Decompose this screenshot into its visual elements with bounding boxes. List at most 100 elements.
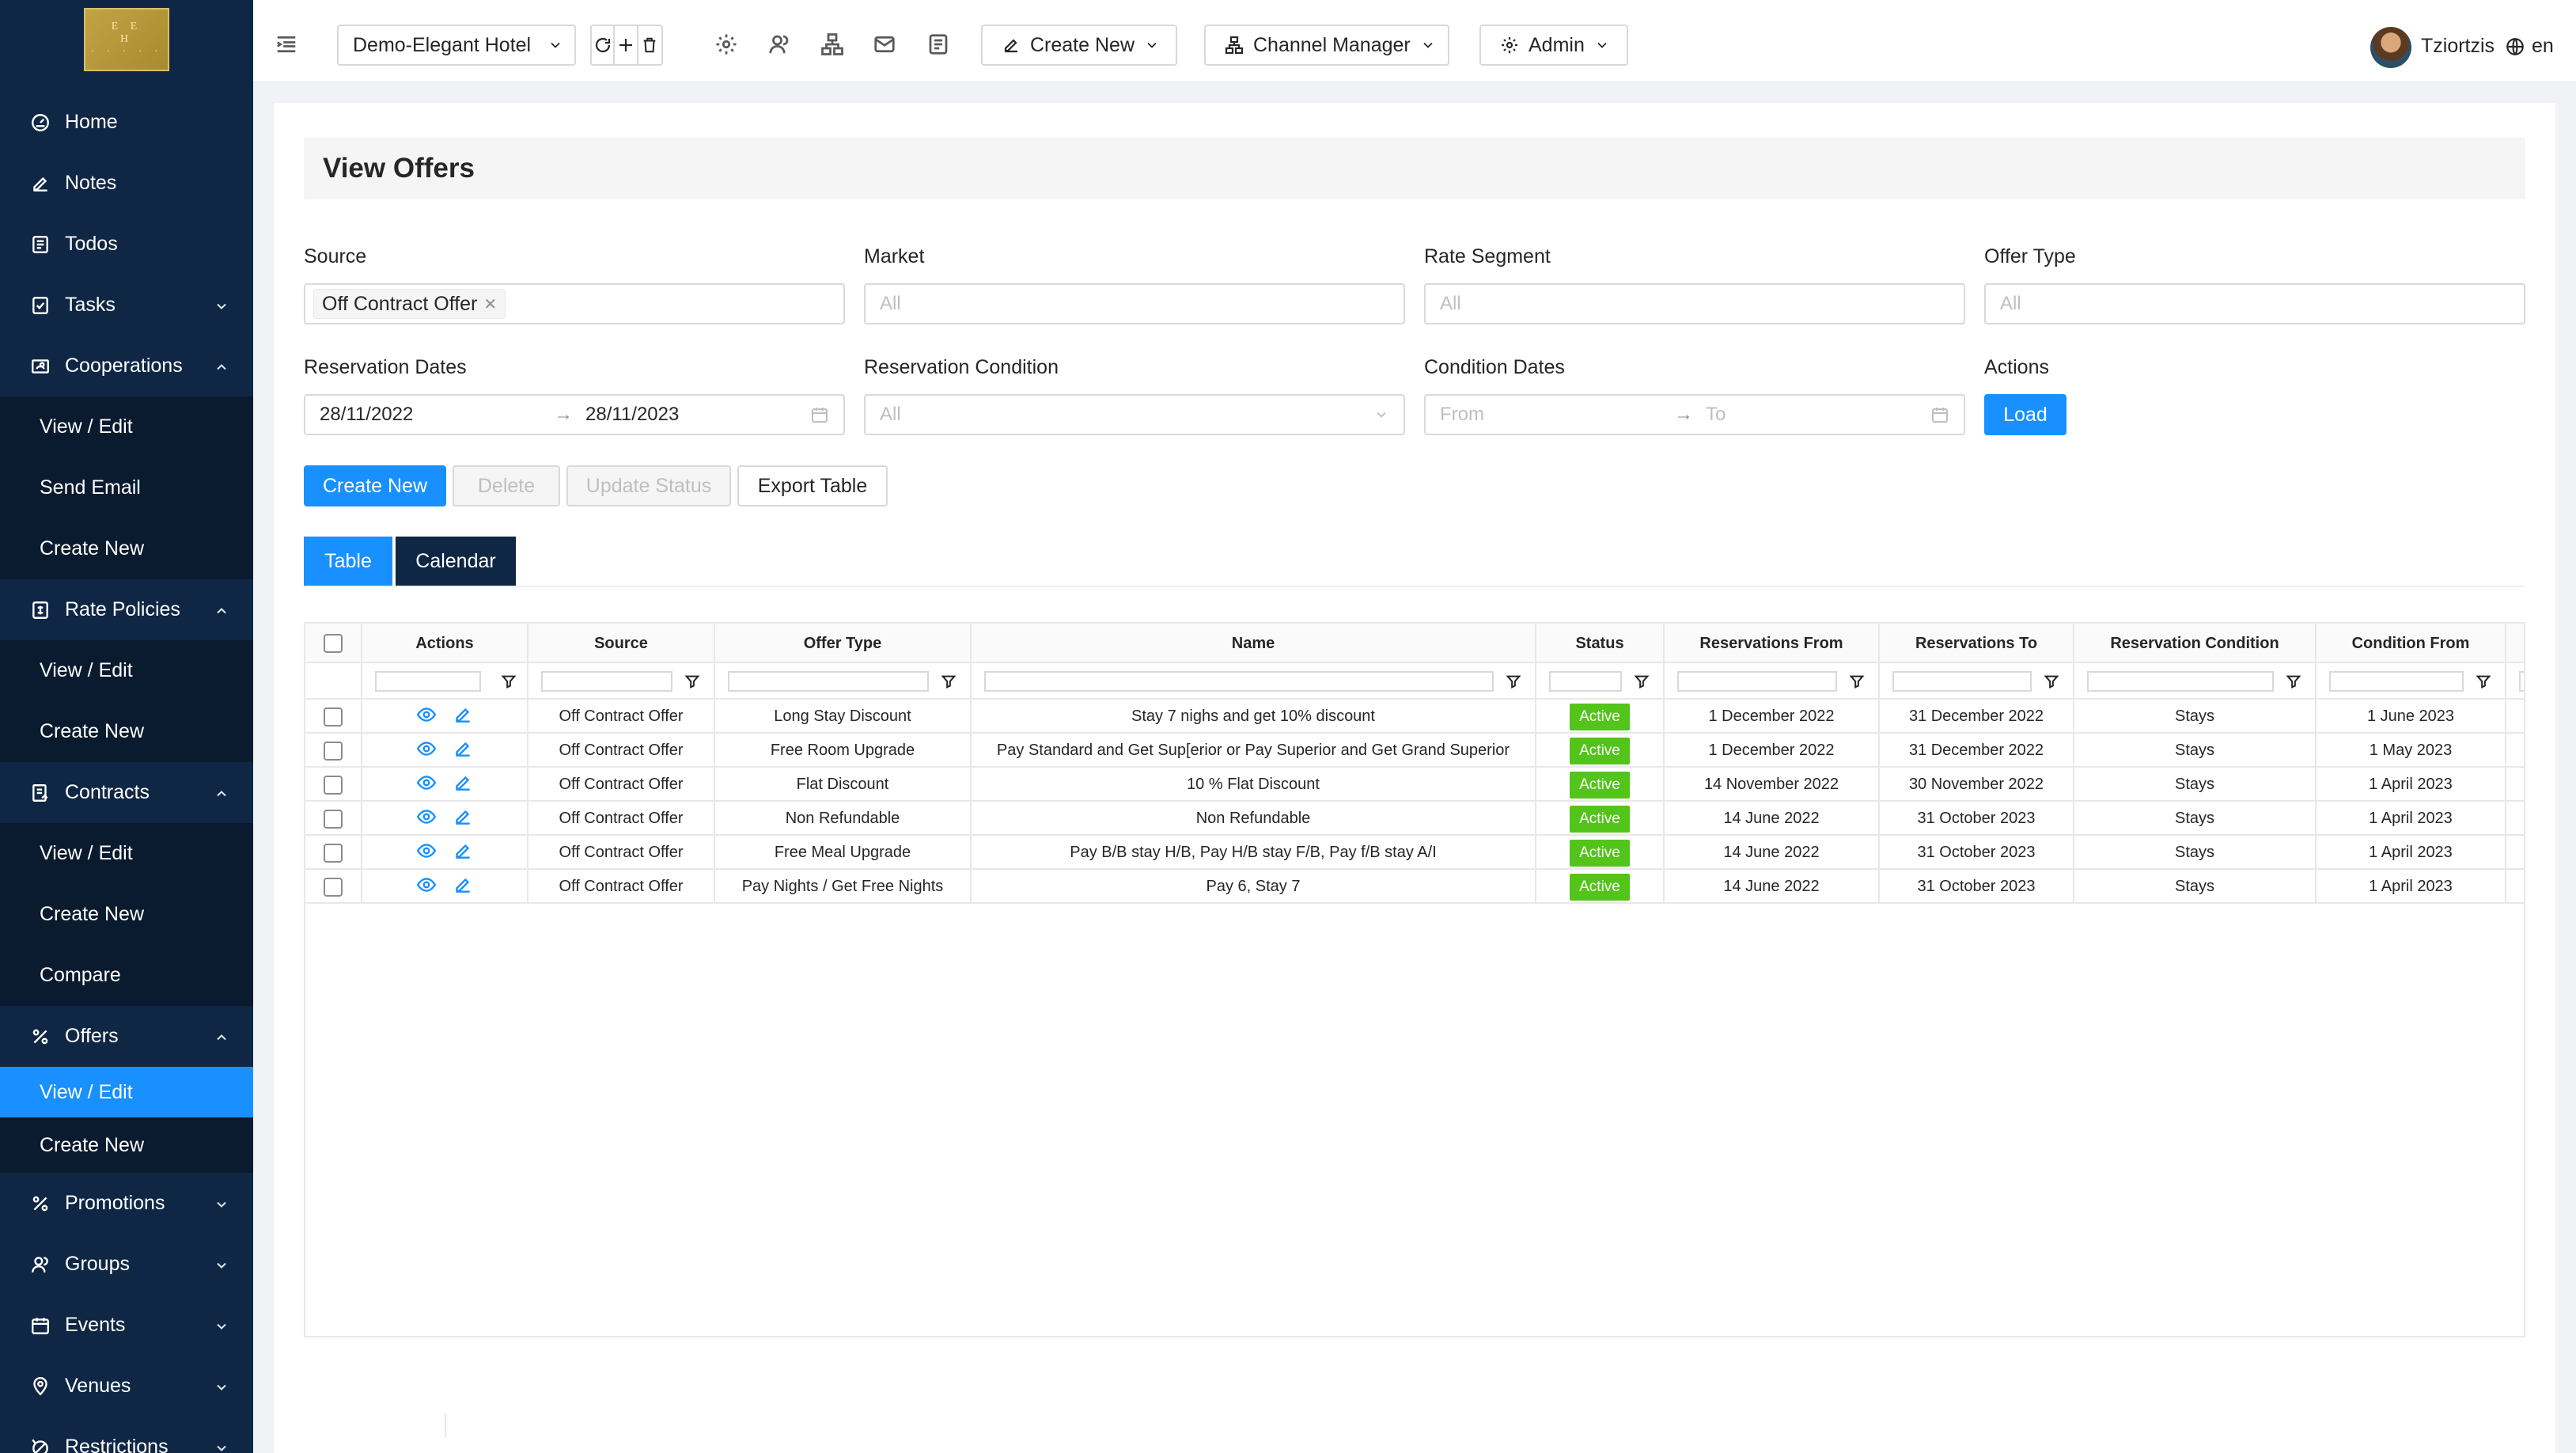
column-header[interactable]: Reservations To [1880,624,2074,663]
table-row[interactable]: Off Contract Offer Flat Discount 10 % Flat… [305,768,2524,802]
filter-icon[interactable] [684,673,701,690]
row-checkbox[interactable] [324,877,343,897]
filter-icon[interactable] [2475,673,2492,690]
trash-icon[interactable] [638,26,661,64]
table-row[interactable]: Off Contract Offer Long Stay Discount Stay… [305,700,2524,734]
eye-icon[interactable] [416,704,437,730]
market-select[interactable]: All [864,283,1405,324]
edit-icon[interactable] [453,772,473,798]
edit-icon[interactable] [453,840,473,866]
condition-date-range[interactable]: From → To [1424,394,1965,435]
rate-segment-select[interactable]: All [1424,283,1965,324]
sidebar-subitem-rate-policies-create-new[interactable]: Create New [0,701,253,762]
hierarchy-icon[interactable] [816,28,848,60]
filter-icon[interactable] [1633,673,1650,690]
filter-input[interactable] [541,671,672,692]
filter-input[interactable] [2519,671,2524,692]
sidebar-subitem-offers-view-edit[interactable]: View / Edit [0,1067,253,1117]
table-row[interactable]: Off Contract Offer Free Room Upgrade Pay S… [305,734,2524,768]
row-checkbox[interactable] [324,775,343,795]
sidebar-item-tasks[interactable]: Tasks [0,275,253,336]
filter-input[interactable] [728,671,929,692]
hotel-select[interactable]: Demo-Elegant Hotel [337,25,576,66]
row-checkbox[interactable] [324,843,343,863]
channel-manager-dropdown[interactable]: Channel Manager [1204,25,1449,66]
filter-input[interactable] [1892,671,2032,692]
offer-type-select[interactable]: All [1984,283,2525,324]
tab-calendar[interactable]: Calendar [396,537,516,586]
delete-button[interactable]: Delete [453,465,560,506]
reservation-from-input[interactable]: 28/11/2022 [320,404,554,426]
column-header[interactable]: Con [2506,624,2524,663]
column-header[interactable]: Status [1536,624,1665,663]
avatar[interactable] [2370,27,2411,68]
filter-icon[interactable] [2285,673,2302,690]
filter-icon[interactable] [2043,673,2060,690]
eye-icon[interactable] [416,806,437,832]
hotel-logo[interactable]: E E H · · · · · [84,8,169,71]
eye-icon[interactable] [416,772,437,798]
settings-icon[interactable] [710,28,742,60]
column-header[interactable]: Reservation Condition [2074,624,2317,663]
filter-input[interactable] [1549,671,1622,692]
column-header[interactable]: Condition From [2317,624,2506,663]
eye-icon[interactable] [416,874,437,900]
reservation-condition-select[interactable]: All [864,394,1405,435]
column-header[interactable]: Actions [362,624,528,663]
sidebar-subitem-contracts-compare[interactable]: Compare [0,945,253,1006]
sidebar-item-notes[interactable]: Notes [0,153,253,214]
edit-icon[interactable] [453,806,473,832]
sidebar-subitem-cooperations-send-email[interactable]: Send Email [0,457,253,518]
language-switch[interactable]: en [2505,35,2554,58]
user-name[interactable]: Tziortzis [2421,35,2495,58]
table-row[interactable]: Off Contract Offer Non Refundable Non Refu… [305,802,2524,836]
sidebar-item-venues[interactable]: Venues [0,1356,253,1417]
filter-input[interactable] [1677,671,1837,692]
filter-icon[interactable] [940,673,957,690]
edit-icon[interactable] [453,738,473,764]
create-new-button[interactable]: Create New [304,465,446,506]
filter-input[interactable] [375,671,481,692]
close-icon[interactable]: ✕ [483,294,497,314]
filter-input[interactable] [2087,671,2274,692]
refresh-icon[interactable] [592,26,616,64]
sidebar-item-rate-policies[interactable]: Rate Policies [0,579,253,640]
edit-icon[interactable] [453,704,473,730]
column-header[interactable]: Reservations From [1665,624,1880,663]
mail-icon[interactable] [869,28,900,60]
table-row[interactable]: Off Contract Offer Pay Nights / Get Free … [305,870,2524,904]
plus-icon[interactable] [615,26,638,64]
filter-icon[interactable] [1848,673,1866,690]
source-select[interactable]: Off Contract Offer ✕ [304,283,845,324]
filter-input[interactable] [2329,671,2464,692]
sidebar-item-cooperations[interactable]: Cooperations [0,336,253,396]
select-all-checkbox[interactable] [324,634,343,653]
sidebar-item-groups[interactable]: Groups [0,1234,253,1295]
table-row[interactable]: Off Contract Offer Free Meal Upgrade Pay B… [305,836,2524,870]
filter-input[interactable] [984,671,1494,692]
column-header[interactable]: Source [528,624,715,663]
sidebar-subitem-contracts-view-edit[interactable]: View / Edit [0,823,253,884]
sidebar-item-offers[interactable]: Offers [0,1006,253,1067]
sidebar-item-promotions[interactable]: Promotions [0,1173,253,1234]
admin-dropdown[interactable]: Admin [1479,25,1628,66]
condition-from-input[interactable]: From [1440,404,1674,426]
column-header[interactable]: Name [972,624,1536,663]
reservation-to-input[interactable]: 28/11/2023 [585,404,679,426]
document-icon[interactable] [922,28,954,60]
row-checkbox[interactable] [324,741,343,761]
eye-icon[interactable] [416,840,437,866]
reservation-date-range[interactable]: 28/11/2022 → 28/11/2023 [304,394,845,435]
filter-icon[interactable] [500,673,517,690]
sidebar-item-restrictions[interactable]: Restrictions [0,1417,253,1453]
sidebar-subitem-offers-create-new[interactable]: Create New [0,1117,253,1173]
update-status-button[interactable]: Update Status [566,465,731,506]
sidebar-item-contracts[interactable]: Contracts [0,762,253,823]
row-checkbox[interactable] [324,809,343,829]
sidebar-subitem-rate-policies-view-edit[interactable]: View / Edit [0,640,253,701]
sidebar-item-todos[interactable]: Todos [0,214,253,275]
tab-table[interactable]: Table [304,537,392,586]
sidebar-item-home[interactable]: Home [0,92,253,153]
eye-icon[interactable] [416,738,437,764]
sidebar-subitem-cooperations-create-new[interactable]: Create New [0,518,253,579]
